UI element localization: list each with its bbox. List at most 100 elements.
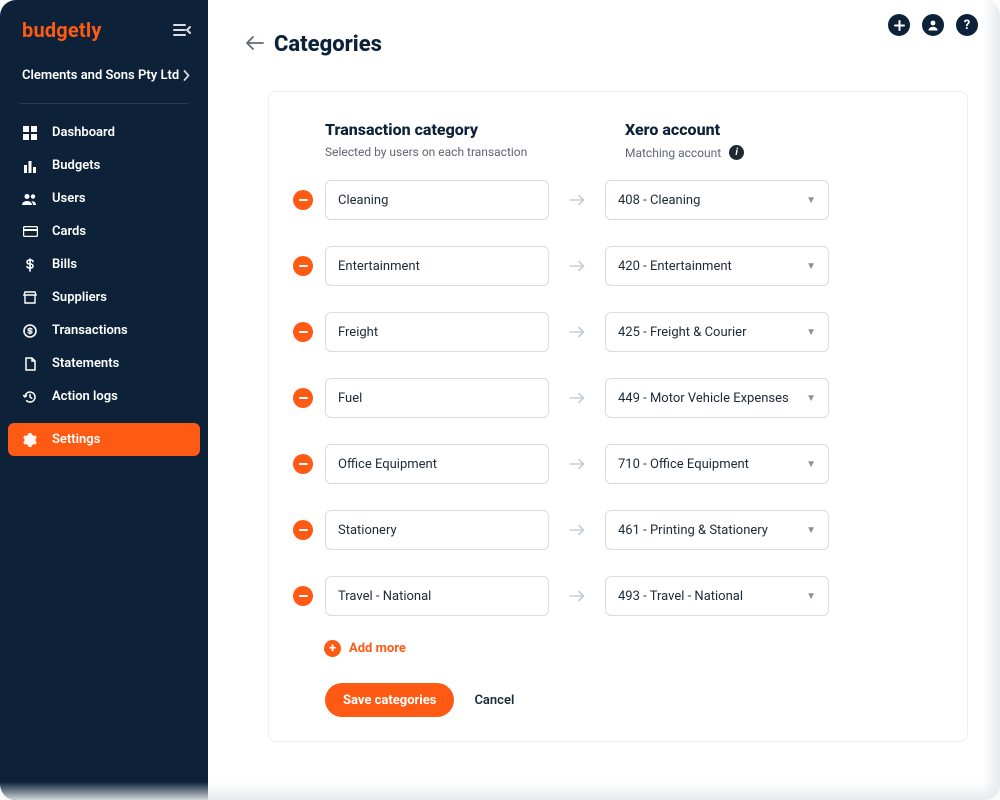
sidebar-item-label: Bills xyxy=(52,257,77,272)
category-input[interactable] xyxy=(325,246,549,286)
add-more-button[interactable]: + Add more xyxy=(324,640,947,657)
company-switcher[interactable]: Clements and Sons Pty Ltd xyxy=(0,54,208,99)
category-input[interactable] xyxy=(325,180,549,220)
minus-icon xyxy=(299,529,308,531)
sidebar-item-label: Budgets xyxy=(52,158,100,173)
info-icon: i xyxy=(735,147,738,158)
category-input[interactable] xyxy=(325,576,549,616)
account-select[interactable]: 461 - Printing & Stationery ▼ xyxy=(605,510,829,550)
category-input[interactable] xyxy=(325,312,549,352)
user-icon xyxy=(927,19,939,31)
sidebar-item-label: Transactions xyxy=(52,323,128,338)
category-input[interactable] xyxy=(325,444,549,484)
account-select-value: 425 - Freight & Courier xyxy=(618,325,746,340)
arrow-right-icon xyxy=(549,389,605,408)
collapse-icon xyxy=(173,23,191,37)
remove-row-button[interactable] xyxy=(293,586,313,606)
sidebar-item-label: Users xyxy=(52,191,86,206)
coin-icon xyxy=(22,324,38,338)
account-select[interactable]: 408 - Cleaning ▼ xyxy=(605,180,829,220)
categories-panel: Transaction category Selected by users o… xyxy=(268,91,968,742)
sidebar-item-label: Suppliers xyxy=(52,290,107,305)
sidebar-item-statements[interactable]: Statements xyxy=(0,347,208,380)
account-select-value: 449 - Motor Vehicle Expenses xyxy=(618,391,789,406)
account-select-value: 710 - Office Equipment xyxy=(618,457,749,472)
arrow-right-icon xyxy=(549,521,605,540)
sidebar-item-suppliers[interactable]: Suppliers xyxy=(0,281,208,314)
account-select[interactable]: 425 - Freight & Courier ▼ xyxy=(605,312,829,352)
transaction-category-subtitle: Selected by users on each transaction xyxy=(325,145,625,159)
account-select[interactable]: 449 - Motor Vehicle Expenses ▼ xyxy=(605,378,829,418)
sidebar-item-dashboard[interactable]: Dashboard xyxy=(0,116,208,149)
chevron-down-icon: ▼ xyxy=(806,327,816,338)
category-input[interactable] xyxy=(325,378,549,418)
chevron-right-icon xyxy=(183,66,190,85)
xero-account-title: Xero account xyxy=(625,120,744,139)
sidebar-item-label: Settings xyxy=(52,432,100,447)
brand-logo: budgetly xyxy=(22,18,102,42)
account-select[interactable]: 493 - Travel - National ▼ xyxy=(605,576,829,616)
category-rows: 408 - Cleaning ▼ 420 - Entertainment ▼ 4… xyxy=(325,180,947,616)
account-button[interactable] xyxy=(922,14,944,36)
chevron-down-icon: ▼ xyxy=(806,261,816,272)
save-button[interactable]: Save categories xyxy=(325,683,454,717)
chart-icon xyxy=(22,159,38,173)
category-row: 710 - Office Equipment ▼ xyxy=(325,444,947,484)
minus-icon xyxy=(299,331,308,333)
store-icon xyxy=(22,291,38,304)
chevron-down-icon: ▼ xyxy=(806,195,816,206)
sidebar-item-settings[interactable]: Settings xyxy=(8,423,200,456)
category-row: 493 - Travel - National ▼ xyxy=(325,576,947,616)
sidebar: budgetly Clements and Sons Pty Ltd xyxy=(0,0,208,800)
dashboard-icon xyxy=(22,126,38,140)
sidebar-item-budgets[interactable]: Budgets xyxy=(0,149,208,182)
chevron-down-icon: ▼ xyxy=(806,393,816,404)
arrow-left-icon xyxy=(246,36,264,50)
top-actions: ? xyxy=(888,14,978,36)
help-button[interactable]: ? xyxy=(956,14,978,36)
remove-row-button[interactable] xyxy=(293,190,313,210)
account-select-value: 408 - Cleaning xyxy=(618,193,700,208)
minus-icon xyxy=(299,199,308,201)
account-select[interactable]: 710 - Office Equipment ▼ xyxy=(605,444,829,484)
sidebar-item-cards[interactable]: Cards xyxy=(0,215,208,248)
sidebar-item-label: Dashboard xyxy=(52,125,115,140)
gear-icon xyxy=(22,433,38,447)
sidebar-item-label: Action logs xyxy=(52,389,118,404)
category-input[interactable] xyxy=(325,510,549,550)
sidebar-item-action-logs[interactable]: Action logs xyxy=(0,380,208,413)
sidebar-item-users[interactable]: Users xyxy=(0,182,208,215)
form-actions: Save categories Cancel xyxy=(325,683,947,717)
dollar-icon xyxy=(22,258,38,272)
cancel-button[interactable]: Cancel xyxy=(474,693,514,708)
add-button[interactable] xyxy=(888,14,910,36)
page-title: Categories xyxy=(274,32,382,57)
category-row: 449 - Motor Vehicle Expenses ▼ xyxy=(325,378,947,418)
arrow-right-icon xyxy=(549,323,605,342)
info-tooltip-button[interactable]: i xyxy=(729,145,744,160)
remove-row-button[interactable] xyxy=(293,256,313,276)
minus-icon xyxy=(299,397,308,399)
remove-row-button[interactable] xyxy=(293,520,313,540)
plus-icon xyxy=(894,20,905,31)
sidebar-divider xyxy=(20,103,188,104)
minus-icon xyxy=(299,595,308,597)
minus-icon xyxy=(299,265,308,267)
sidebar-collapse-button[interactable] xyxy=(170,18,194,42)
remove-row-button[interactable] xyxy=(293,388,313,408)
chevron-down-icon: ▼ xyxy=(806,525,816,536)
chevron-down-icon: ▼ xyxy=(806,591,816,602)
transaction-category-title: Transaction category xyxy=(325,120,625,139)
remove-row-button[interactable] xyxy=(293,322,313,342)
remove-row-button[interactable] xyxy=(293,454,313,474)
account-select[interactable]: 420 - Entertainment ▼ xyxy=(605,246,829,286)
sidebar-item-label: Cards xyxy=(52,224,86,239)
sidebar-item-bills[interactable]: Bills xyxy=(0,248,208,281)
question-icon: ? xyxy=(964,18,970,33)
sidebar-header: budgetly xyxy=(0,10,208,54)
account-select-value: 493 - Travel - National xyxy=(618,589,743,604)
back-button[interactable] xyxy=(246,35,264,54)
app-shell: budgetly Clements and Sons Pty Ltd xyxy=(0,0,1000,800)
sidebar-item-transactions[interactable]: Transactions xyxy=(0,314,208,347)
history-icon xyxy=(22,390,38,404)
